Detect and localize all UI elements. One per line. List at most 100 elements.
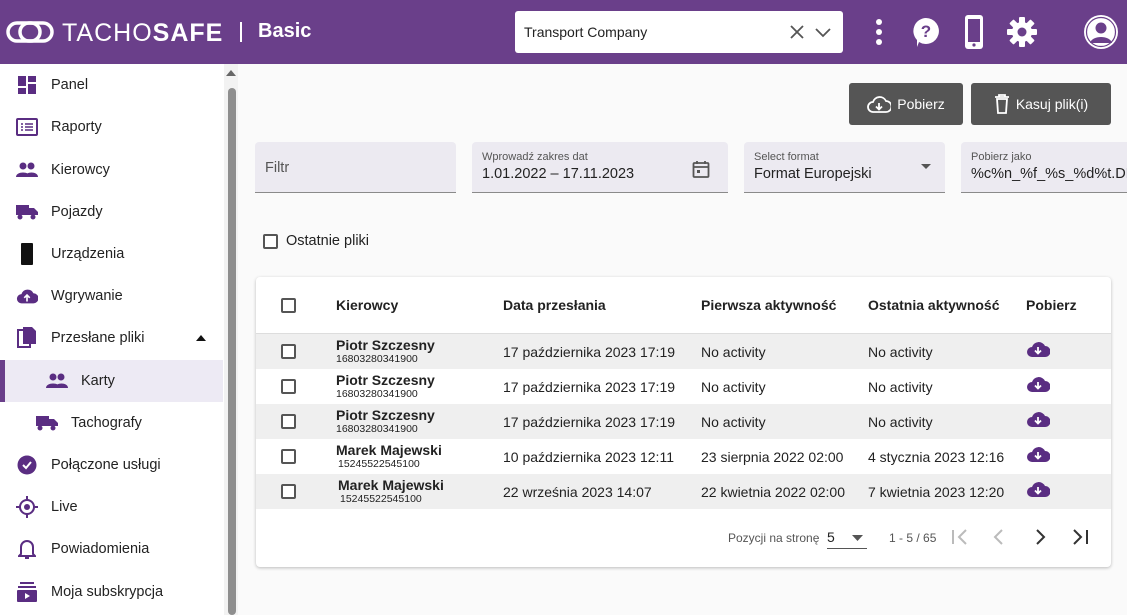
last-activity: No activity [868, 344, 933, 360]
table-row[interactable]: Marek Majewski 15245522545100 10 paździe… [256, 439, 1111, 474]
expand-less-icon[interactable] [195, 334, 207, 342]
table-row[interactable]: Marek Majewski 15245522545100 22 wrześni… [256, 474, 1111, 509]
cloud-download-icon[interactable] [1026, 339, 1050, 359]
column-header-last-activity[interactable]: Ostatnia aktywność [868, 297, 1000, 313]
column-header-drivers[interactable]: Kierowcy [336, 297, 398, 313]
first-activity: No activity [701, 379, 766, 395]
sidebar-item-kierowcy[interactable]: Kierowcy [0, 149, 223, 191]
cloud-download-icon[interactable] [1026, 444, 1050, 464]
sidebar-item-label: Urządzenia [51, 246, 125, 262]
upload-date: 22 września 2023 14:07 [503, 484, 652, 500]
tachosafe-logo-icon [6, 21, 54, 43]
table-row[interactable]: Piotr Szczesny 16803280341900 17 paździe… [256, 404, 1111, 439]
reports-icon [16, 116, 38, 138]
date-range-label: Wprowadź zakres dat [482, 151, 588, 163]
sidebar-item-label: Przesłane pliki [51, 330, 145, 346]
sidebar-item-panel[interactable]: Panel [0, 64, 223, 106]
next-page-icon[interactable] [1033, 528, 1047, 546]
people-icon [46, 370, 68, 392]
row-checkbox[interactable] [281, 379, 296, 394]
cloud-upload-icon [16, 285, 38, 307]
first-page-icon[interactable] [950, 528, 970, 546]
last-page-icon[interactable] [1070, 528, 1090, 546]
calendar-icon[interactable] [692, 160, 710, 178]
driver-name: Marek Majewski [338, 477, 444, 493]
cloud-download-icon[interactable] [1026, 479, 1050, 499]
recent-files-checkbox-box[interactable] [263, 233, 278, 249]
more-vert-icon[interactable] [863, 12, 895, 52]
chevron-down-icon[interactable] [813, 22, 833, 42]
download-button[interactable]: Pobierz [849, 83, 963, 125]
last-activity: No activity [868, 379, 933, 395]
sidebar-item-wgrywanie[interactable]: Wgrywanie [0, 275, 223, 317]
last-activity: 4 stycznia 2023 12:16 [868, 449, 1005, 465]
brand-divider [240, 22, 242, 42]
row-checkbox[interactable] [281, 414, 296, 429]
sidebar-item-polaczone-uslugi[interactable]: Połączone usługi [0, 444, 223, 486]
download-button-label: Pobierz [897, 96, 945, 112]
save-as-value: %c%n_%f_%s_%d%t.DDD [971, 166, 1127, 182]
upload-date: 17 października 2023 17:19 [503, 379, 676, 395]
filter-input[interactable]: Filtr [255, 142, 456, 193]
sidebar-item-label: Tachografy [71, 415, 142, 431]
truck-icon [36, 412, 58, 434]
location-icon [16, 496, 38, 518]
driver-name: Marek Majewski [336, 442, 442, 458]
cloud-download-icon [867, 96, 892, 113]
scroll-up-arrow-icon[interactable] [226, 70, 236, 76]
sidebar-item-label: Moja subskrypcja [51, 584, 164, 600]
card-number: 15245522545100 [340, 493, 422, 505]
date-range-value: 1.01.2022 – 17.11.2023 [482, 166, 635, 182]
sidebar-item-urzadzenia[interactable]: Urządzenia [0, 233, 223, 275]
column-header-first-activity[interactable]: Pierwsza aktywność [701, 297, 836, 313]
settings-icon[interactable] [1006, 12, 1038, 52]
clear-icon[interactable] [787, 22, 807, 42]
sidebar-item-tachografy[interactable]: Tachografy [0, 402, 223, 444]
filter-input-placeholder: Filtr [265, 160, 290, 176]
row-checkbox[interactable] [281, 344, 296, 359]
sidebar-item-moja-subskrypcja[interactable]: Moja subskrypcja [0, 571, 223, 613]
previous-page-icon[interactable] [992, 528, 1006, 546]
sidebar-item-label: Pojazdy [51, 204, 103, 220]
sidebar-item-przeslane-pliki[interactable]: Przesłane pliki [0, 317, 223, 359]
save-as-field[interactable]: Pobierz jako %c%n_%f_%s_%d%t.DDD [961, 142, 1127, 193]
first-activity: No activity [701, 344, 766, 360]
dashboard-icon [16, 74, 38, 96]
files-table: Kierowcy Data przesłania Pierwsza aktywn… [256, 277, 1111, 567]
date-range-field[interactable]: Wprowadź zakres dat 1.01.2022 – 17.11.20… [472, 142, 728, 193]
sidebar-item-pojazdy[interactable]: Pojazdy [0, 191, 223, 233]
edition-label: Basic [258, 20, 312, 42]
items-per-page-select[interactable]: 5 [827, 527, 867, 549]
cloud-download-icon[interactable] [1026, 409, 1050, 429]
company-select[interactable]: Transport Company [515, 11, 843, 53]
sidebar-item-label: Live [51, 499, 78, 515]
sidebar-item-label: Raporty [51, 119, 102, 135]
delete-files-button[interactable]: Kasuj plik(i) [971, 83, 1111, 125]
sidebar-item-label: Powiadomienia [51, 541, 150, 557]
last-activity: No activity [868, 414, 933, 430]
last-activity: 7 kwietnia 2023 12:20 [868, 484, 1005, 500]
row-checkbox[interactable] [281, 449, 296, 464]
select-all-checkbox[interactable] [281, 298, 296, 313]
sidebar-item-powiadomienia[interactable]: Powiadomienia [0, 528, 223, 570]
sidebar-item-karty[interactable]: Karty [0, 360, 223, 402]
recent-files-checkbox[interactable]: Ostatnie pliki [263, 233, 369, 249]
sidebar-item-label: Wgrywanie [51, 288, 123, 304]
sidebar-item-live[interactable]: Live [0, 486, 223, 528]
phone-icon[interactable] [958, 12, 990, 52]
sidebar-item-raporty[interactable]: Raporty [0, 106, 223, 148]
sidebar-scrollbar-thumb[interactable] [228, 88, 236, 615]
cloud-download-icon[interactable] [1026, 374, 1050, 394]
table-row[interactable]: Piotr Szczesny 16803280341900 17 paździe… [256, 334, 1111, 369]
column-header-upload-date[interactable]: Data przesłania [503, 297, 606, 313]
upload-date: 17 października 2023 17:19 [503, 414, 676, 430]
account-icon[interactable] [1082, 12, 1120, 52]
help-icon[interactable]: ? [910, 12, 942, 52]
table-row[interactable]: Piotr Szczesny 16803280341900 17 paździe… [256, 369, 1111, 404]
driver-name: Piotr Szczesny [336, 337, 435, 353]
card-number: 16803280341900 [336, 423, 418, 435]
row-checkbox[interactable] [281, 484, 296, 499]
items-per-page-value: 5 [827, 529, 835, 545]
format-select[interactable]: Select format Format Europejski [744, 142, 945, 193]
sidebar-item-label: Karty [81, 373, 115, 389]
